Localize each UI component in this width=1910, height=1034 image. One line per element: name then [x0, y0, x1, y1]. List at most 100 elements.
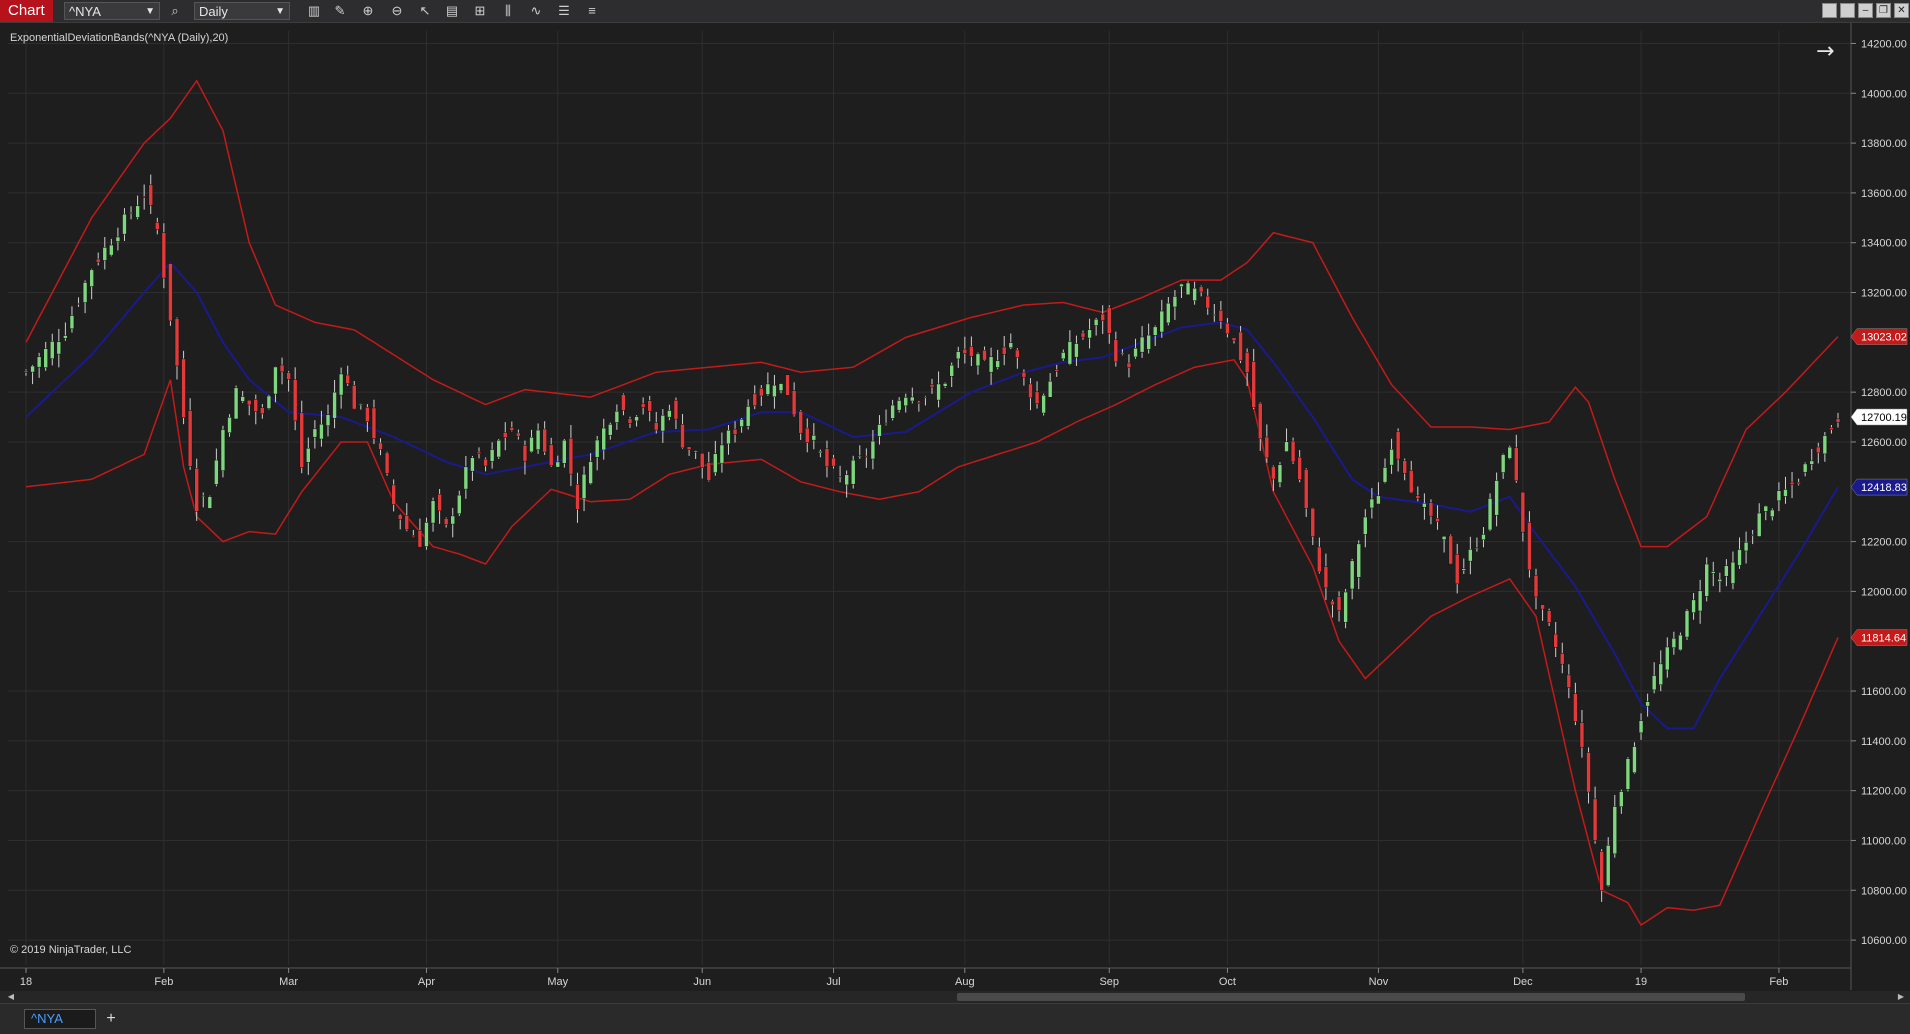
list-icon[interactable]: ≡ — [583, 2, 601, 20]
candle-up — [1185, 282, 1191, 296]
candle-up — [1041, 394, 1046, 414]
instrument-selector[interactable]: ^NYA ▼ — [64, 2, 160, 20]
price-marker-label: 12418.83 — [1861, 482, 1907, 494]
time-tick-label: Nov — [1369, 976, 1389, 988]
close-icon[interactable]: ✕ — [1894, 3, 1909, 18]
candle-down — [371, 407, 377, 439]
candle-up — [555, 461, 560, 468]
candle-up — [43, 348, 48, 368]
candle-down — [1816, 446, 1821, 454]
copyright-text: © 2019 NinjaTrader, LLC — [10, 944, 131, 956]
scroll-right-icon[interactable]: ▶ — [1896, 991, 1906, 1003]
candle-down — [516, 432, 521, 437]
candle-up — [949, 364, 954, 377]
candle-down — [398, 514, 403, 520]
candle-up — [588, 461, 593, 484]
minimize-icon[interactable]: – — [1858, 3, 1873, 18]
properties-icon[interactable]: ☰ — [555, 2, 573, 20]
candle-up — [1697, 590, 1703, 612]
candle-down — [864, 455, 869, 458]
candle-down — [1435, 518, 1440, 523]
price-chart[interactable]: 14200.00 14000.00 13800.00 13600.00 13400.00… — [0, 23, 1910, 991]
candle-down — [1415, 495, 1421, 499]
candle-up — [1809, 460, 1814, 465]
zoom-in-icon[interactable]: ⊕ — [359, 2, 377, 20]
candle-down — [647, 400, 652, 412]
candle-up — [1356, 543, 1361, 578]
candle-up — [1093, 318, 1099, 326]
candle-up — [1658, 663, 1663, 686]
candle-down — [23, 370, 29, 373]
candle-up — [713, 453, 718, 473]
price-tick-label: 10600.00 — [1861, 935, 1907, 947]
candle-down — [174, 318, 180, 367]
draw-pencil-icon[interactable]: ✎ — [331, 2, 349, 20]
tab-nya[interactable]: ^NYA — [24, 1009, 96, 1029]
data-box-icon[interactable]: ▤ — [443, 2, 461, 20]
candle-up — [1120, 352, 1125, 355]
chevron-down-icon: ▼ — [275, 6, 285, 17]
add-tab-button[interactable]: + — [102, 1009, 120, 1029]
candle-up — [201, 495, 206, 497]
price-tick-label: 11400.00 — [1861, 736, 1906, 748]
chart-window-tab[interactable]: Chart — [0, 0, 53, 22]
candle-down — [1264, 436, 1270, 459]
instrument-value: ^NYA — [69, 4, 101, 19]
candle-up — [726, 429, 731, 445]
search-icon[interactable]: ⌕ — [166, 2, 184, 20]
restore-icon[interactable]: ❐ — [1876, 3, 1891, 18]
candle-up — [956, 351, 961, 360]
candle-down — [706, 462, 711, 481]
tile-window-icon[interactable] — [1822, 3, 1837, 18]
candle-up — [358, 403, 364, 406]
scrollbar-thumb[interactable] — [957, 993, 1745, 1001]
candle-down — [96, 258, 101, 263]
candle-up — [207, 496, 213, 509]
price-marker-label: 11814.64 — [1861, 633, 1906, 645]
candle-up — [851, 459, 856, 485]
candle-up — [1422, 503, 1427, 508]
candle-up — [837, 476, 843, 478]
scroll-left-icon[interactable]: ◀ — [6, 991, 16, 1003]
arrow-right-icon[interactable]: → — [1816, 39, 1834, 64]
candle-up — [332, 391, 337, 419]
interval-selector[interactable]: Daily ▼ — [194, 2, 290, 20]
candle-up — [220, 429, 226, 471]
candle-down — [1455, 553, 1460, 585]
candle-down — [969, 346, 974, 357]
strategies-icon[interactable]: ∿ — [527, 2, 545, 20]
candle-up — [1730, 561, 1736, 584]
templates-icon[interactable]: ⊞ — [471, 2, 489, 20]
candle-up — [1074, 343, 1079, 358]
candle-up — [496, 440, 501, 458]
indicator-label: ExponentialDeviationBands(^NYA (Daily),2… — [10, 32, 228, 44]
candle-up — [1770, 509, 1775, 517]
cursor-icon[interactable]: ↖ — [416, 2, 434, 20]
candle-down — [831, 457, 836, 467]
candle-down — [509, 427, 515, 431]
candle-up — [1743, 541, 1749, 552]
zoom-out-icon[interactable]: ⊖ — [388, 2, 406, 20]
candle-down — [1573, 693, 1578, 722]
candle-down — [155, 221, 160, 230]
candle-up — [1284, 441, 1289, 452]
window-icon[interactable] — [1840, 3, 1855, 18]
candle-up — [63, 335, 68, 339]
candle-down — [161, 232, 167, 279]
bottom-tab-bar: ^NYA + — [0, 1003, 1910, 1034]
time-tick-label: Sep — [1099, 976, 1119, 988]
candle-up — [719, 444, 725, 464]
candle-down — [785, 374, 790, 396]
candle-down — [1034, 391, 1040, 405]
candle-up — [844, 474, 849, 486]
candle-up — [102, 247, 107, 261]
candle-up — [470, 457, 475, 472]
candle-down — [1540, 604, 1545, 610]
bar-type-icon[interactable]: ▥ — [305, 2, 323, 20]
candle-up — [1691, 599, 1696, 613]
horizontal-scrollbar[interactable]: ◀ ▶ — [0, 991, 1910, 1003]
indicators-icon[interactable]: ⫼ — [499, 2, 517, 20]
candle-up — [306, 447, 311, 463]
candle-up — [535, 429, 541, 450]
candle-up — [890, 404, 895, 419]
